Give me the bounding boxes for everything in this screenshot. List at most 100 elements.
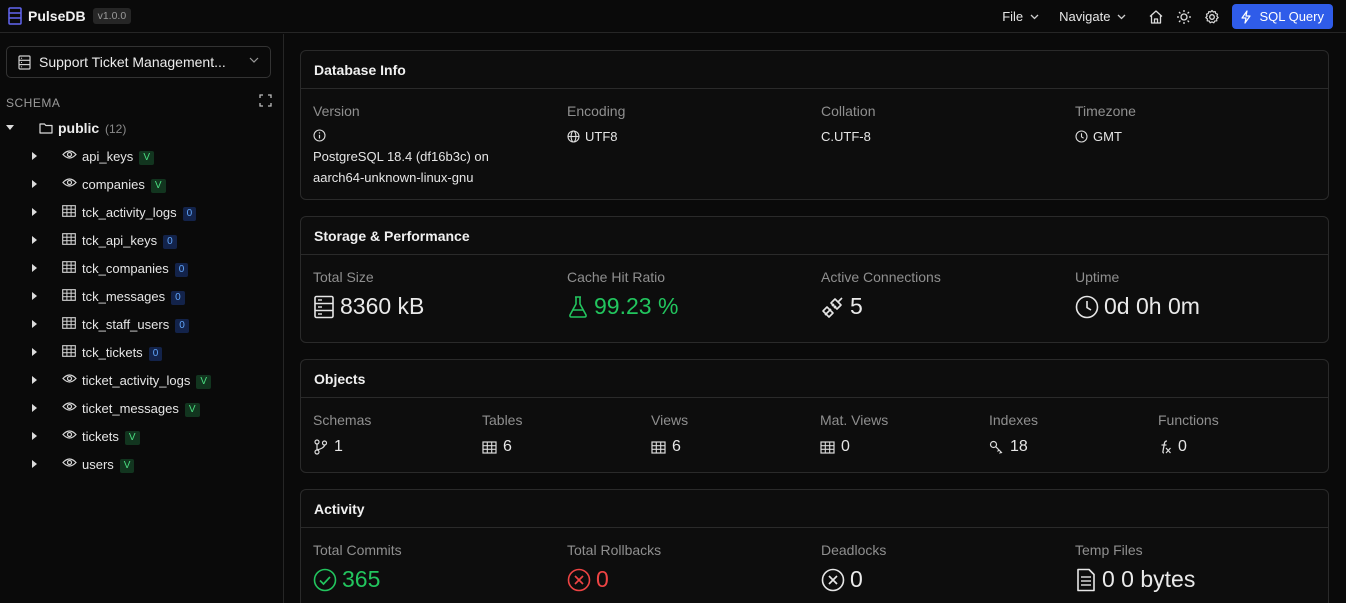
table-icon xyxy=(62,233,76,245)
caret-right-icon[interactable] xyxy=(32,404,37,412)
encoding-row: UTF8 xyxy=(567,129,625,144)
caret-right-icon[interactable] xyxy=(32,208,37,216)
uptime-label: Uptime xyxy=(1075,269,1120,285)
sidebar-item-tck-api-keys[interactable]: tck_api_keys 0 xyxy=(0,226,284,254)
sidebar-item-label: ticket_activity_logs xyxy=(82,373,191,388)
info-icon xyxy=(313,129,326,142)
total-size-value: 8360 kB xyxy=(340,293,425,319)
views-value: 6 xyxy=(672,438,681,455)
clock-icon xyxy=(1075,295,1099,318)
sidebar-item-tickets[interactable]: tickets V xyxy=(0,422,284,450)
sql-query-button[interactable]: SQL Query xyxy=(1232,4,1333,29)
mat-views-label: Mat. Views xyxy=(820,412,889,428)
caret-right-icon[interactable] xyxy=(32,320,37,328)
card-title: Database Info xyxy=(301,51,1328,89)
sidebar-item-label-wrap: ticket_messages V xyxy=(82,401,200,417)
settings-button[interactable] xyxy=(1202,7,1222,27)
timezone-row: GMT xyxy=(1075,129,1136,144)
sidebar-item-label-wrap: users V xyxy=(82,457,135,473)
database-icon xyxy=(18,54,31,70)
version-line-1: PostgreSQL 18.4 (df16b3c) on xyxy=(313,149,489,164)
schema-heading: SCHEMA xyxy=(6,96,61,110)
schemas-value: 1 xyxy=(334,438,343,455)
version-cell: Version PostgreSQL 18.4 (df16b3c) on aar… xyxy=(313,103,489,188)
row-count-badge: 0 xyxy=(171,291,185,305)
objects-card: Objects Schemas 1 Tables 6 Views 6 Mat. … xyxy=(300,359,1329,473)
views-cell: Views 6 xyxy=(651,412,688,456)
sidebar-item-tck-messages[interactable]: tck_messages 0 xyxy=(0,282,284,310)
sidebar-item-label: users xyxy=(82,457,114,472)
caret-right-icon[interactable] xyxy=(32,236,37,244)
temp-files-cell: Temp Files 0 0 bytes xyxy=(1075,542,1195,593)
plug-icon xyxy=(822,296,843,318)
total-rollbacks-cell: Total Rollbacks 0 xyxy=(567,542,661,593)
sidebar-item-users[interactable]: users V xyxy=(0,450,284,478)
sidebar-item-label: api_keys xyxy=(82,149,134,164)
expand-icon[interactable] xyxy=(259,94,272,107)
sidebar-item-label-wrap: companies V xyxy=(82,177,166,193)
total-rollbacks-row: 0 xyxy=(567,566,661,593)
chevron-down-icon xyxy=(1117,14,1126,19)
clock-icon xyxy=(1075,130,1088,143)
caret-right-icon[interactable] xyxy=(32,432,37,440)
table-icon xyxy=(62,289,76,301)
sidebar-item-label-wrap: tck_companies 0 xyxy=(82,261,189,277)
sidebar-item-ticket-activity-logs[interactable]: ticket_activity_logs V xyxy=(0,366,284,394)
file-menu[interactable]: File xyxy=(1002,9,1039,24)
sidebar-item-label-wrap: api_keys V xyxy=(82,149,154,165)
tables-row: 6 xyxy=(482,438,522,456)
view-badge: V xyxy=(196,375,212,389)
sidebar-item-tck-activity-logs[interactable]: tck_activity_logs 0 xyxy=(0,198,284,226)
caret-right-icon[interactable] xyxy=(32,292,37,300)
cache-hit-cell: Cache Hit Ratio 99.23 % xyxy=(567,269,678,320)
table-icon xyxy=(62,205,76,217)
encoding-value: UTF8 xyxy=(585,129,618,144)
indexes-cell: Indexes 18 xyxy=(989,412,1038,456)
database-selector[interactable]: Support Ticket Management... xyxy=(6,46,271,78)
caret-right-icon[interactable] xyxy=(32,460,37,468)
table-icon xyxy=(820,440,835,454)
x-circle-icon xyxy=(567,568,591,591)
caret-right-icon[interactable] xyxy=(32,376,37,384)
row-count-badge: 0 xyxy=(163,235,177,249)
caret-right-icon[interactable] xyxy=(32,152,37,160)
sidebar-item-companies[interactable]: companies V xyxy=(0,170,284,198)
tables-value: 6 xyxy=(503,438,512,455)
total-commits-cell: Total Commits 365 xyxy=(313,542,402,593)
uptime-value: 0d 0h 0m xyxy=(1104,293,1200,319)
collation-value: C.UTF-8 xyxy=(821,129,871,144)
sidebar-item-api-keys[interactable]: api_keys V xyxy=(0,142,284,170)
main-content: Database Info Version PostgreSQL 18.4 (d… xyxy=(285,34,1346,603)
sidebar-item-ticket-messages[interactable]: ticket_messages V xyxy=(0,394,284,422)
home-button[interactable] xyxy=(1146,7,1166,27)
sidebar-item-tck-staff-users[interactable]: tck_staff_users 0 xyxy=(0,310,284,338)
uptime-cell: Uptime 0d 0h 0m xyxy=(1075,269,1200,320)
cache-hit-row: 99.23 % xyxy=(567,293,678,320)
caret-right-icon[interactable] xyxy=(32,264,37,272)
eye-icon xyxy=(62,149,77,160)
functions-label: Functions xyxy=(1158,412,1219,428)
home-icon xyxy=(1150,9,1163,24)
theme-toggle-button[interactable] xyxy=(1174,7,1194,27)
mat-views-value: 0 xyxy=(841,438,850,455)
navigate-menu-label: Navigate xyxy=(1059,9,1111,24)
index-key-icon xyxy=(989,440,1003,454)
lightning-icon xyxy=(1241,9,1252,24)
schemas-cell: Schemas 1 xyxy=(313,412,371,456)
table-icon xyxy=(651,440,666,454)
app-logo[interactable]: PulseDB v1.0.0 xyxy=(8,7,132,25)
caret-right-icon[interactable] xyxy=(32,180,37,188)
function-icon xyxy=(1161,440,1171,454)
sidebar-item-label-wrap: tck_api_keys 0 xyxy=(82,233,177,249)
sidebar-item-tck-companies[interactable]: tck_companies 0 xyxy=(0,254,284,282)
navigate-menu[interactable]: Navigate xyxy=(1059,9,1126,24)
database-logo-icon xyxy=(8,7,22,25)
view-badge: V xyxy=(184,403,200,417)
schema-node-public[interactable]: public (12) xyxy=(0,114,284,142)
caret-right-icon[interactable] xyxy=(32,348,37,356)
timezone-label: Timezone xyxy=(1075,103,1136,119)
sidebar-item-tck-tickets[interactable]: tck_tickets 0 xyxy=(0,338,284,366)
indexes-row: 18 xyxy=(989,438,1038,456)
indexes-label: Indexes xyxy=(989,412,1039,428)
sidebar-item-label: ticket_messages xyxy=(82,401,179,416)
